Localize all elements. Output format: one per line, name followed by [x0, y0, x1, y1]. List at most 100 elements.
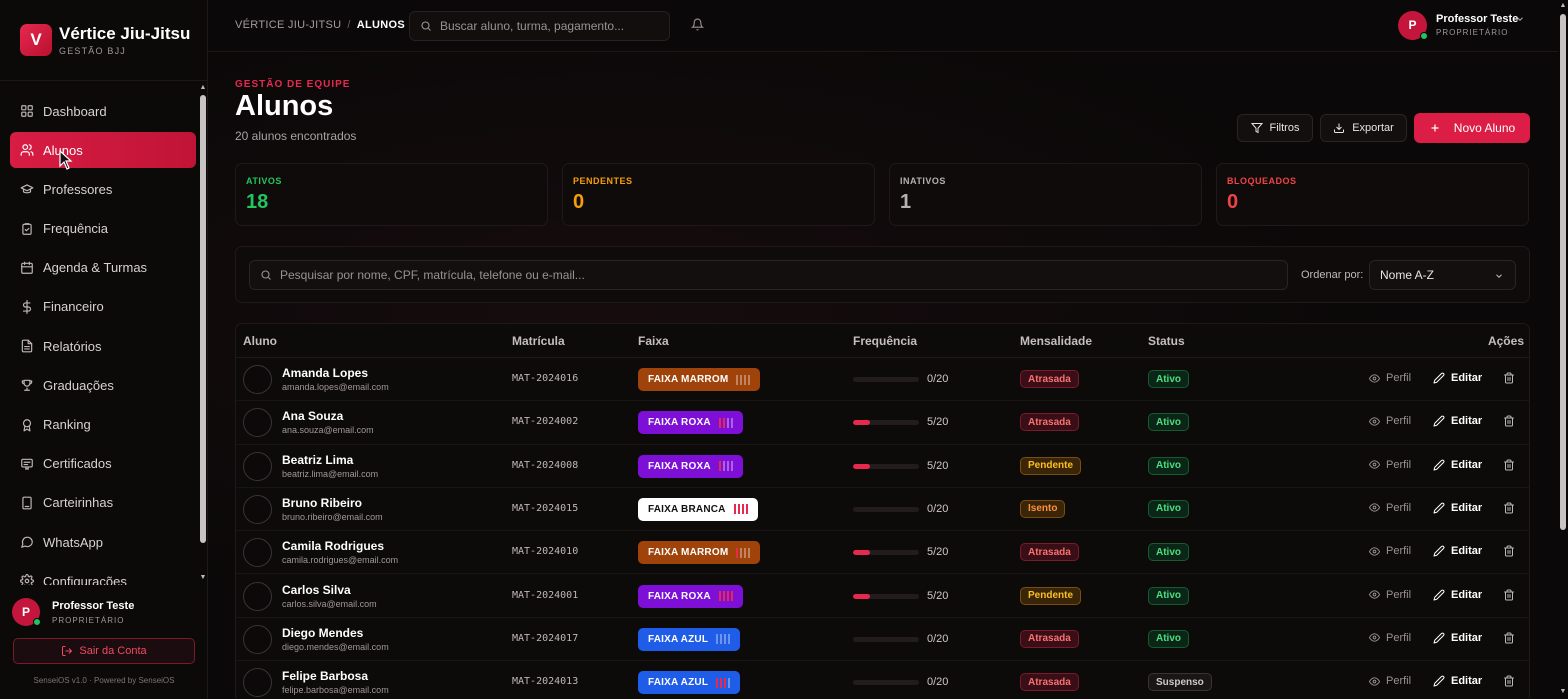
sidebar-item-dashboard[interactable]: Dashboard: [10, 93, 196, 129]
student-name[interactable]: Diego Mendes: [282, 626, 363, 640]
stat-value: 0: [1227, 191, 1239, 213]
student-matricula: MAT-2024015: [512, 502, 579, 514]
notifications-button[interactable]: [691, 18, 704, 31]
student-name[interactable]: Felipe Barbosa: [282, 669, 368, 683]
edit-button[interactable]: Editar: [1433, 675, 1482, 687]
edit-button[interactable]: Editar: [1433, 502, 1482, 514]
global-search[interactable]: [409, 11, 670, 41]
edit-button[interactable]: Editar: [1433, 372, 1482, 384]
sidebar-item-carteirinhas[interactable]: Carteirinhas: [10, 485, 196, 521]
stat-value: 0: [573, 191, 585, 213]
stat-card-inativos[interactable]: INATIVOS 1: [889, 163, 1202, 226]
table-row[interactable]: Bruno Ribeiro bruno.ribeiro@email.com MAT-…: [236, 488, 1529, 532]
profile-button[interactable]: Perfil: [1369, 632, 1411, 644]
page-scrollbar-thumb[interactable]: [1560, 14, 1566, 530]
table-row[interactable]: Beatriz Lima beatriz.lima@email.com MAT-20…: [236, 445, 1529, 488]
student-name[interactable]: Ana Souza: [282, 409, 343, 423]
profile-button[interactable]: Perfil: [1369, 675, 1411, 687]
column-header[interactable]: Status: [1148, 334, 1185, 348]
belt-stripe: [736, 374, 739, 385]
delete-button[interactable]: [1503, 502, 1515, 514]
delete-button[interactable]: [1503, 545, 1515, 557]
sidebar-item-agenda-turmas[interactable]: Agenda & Turmas: [10, 250, 196, 286]
belt-stripes: [736, 547, 751, 558]
belt-stripe: [745, 504, 748, 515]
sidebar-item-ranking[interactable]: Ranking: [10, 407, 196, 443]
table-row[interactable]: Amanda Lopes amanda.lopes@email.com MAT-20…: [236, 358, 1529, 402]
sidebar-scroll-down[interactable]: ▼: [198, 574, 208, 582]
column-header[interactable]: Mensalidade: [1020, 334, 1092, 348]
profile-button[interactable]: Perfil: [1369, 502, 1411, 514]
page-scrollbar[interactable]: ▲ ▼: [1558, 0, 1568, 699]
page-scroll-up[interactable]: ▲: [1558, 2, 1568, 9]
table-row[interactable]: Diego Mendes diego.mendes@email.com MAT-20…: [236, 618, 1529, 662]
delete-button[interactable]: [1503, 589, 1515, 601]
user-menu[interactable]: P Professor Teste PROPRIETÁRIO: [1398, 11, 1548, 43]
frequency-bar: [853, 550, 919, 556]
column-header[interactable]: Ações: [1488, 334, 1524, 348]
sidebar-item-whatsapp[interactable]: WhatsApp: [10, 524, 196, 560]
frequency-fill: [853, 593, 870, 599]
belt-stripes: [736, 374, 751, 385]
edit-button[interactable]: Editar: [1433, 459, 1482, 471]
belt-stripe: [740, 374, 743, 385]
profile-button[interactable]: Perfil: [1369, 415, 1411, 427]
sidebar-item-relatorios[interactable]: Relatórios: [10, 328, 196, 364]
sidebar-scroll-up[interactable]: ▲: [198, 84, 208, 92]
stat-label: PENDENTES: [573, 176, 633, 186]
profile-button[interactable]: Perfil: [1369, 545, 1411, 557]
student-search[interactable]: [249, 260, 1288, 290]
profile-button[interactable]: Perfil: [1369, 459, 1411, 471]
page-scroll-down[interactable]: ▼: [1558, 688, 1568, 695]
edit-button[interactable]: Editar: [1433, 632, 1482, 644]
student-name[interactable]: Camila Rodrigues: [282, 539, 384, 553]
sidebar-item-certificados[interactable]: Certificados: [10, 446, 196, 482]
student-name[interactable]: Beatriz Lima: [282, 453, 353, 467]
stat-card-pendentes[interactable]: PENDENTES 0: [562, 163, 875, 226]
stat-card-bloqueados[interactable]: BLOQUEADOS 0: [1216, 163, 1529, 226]
users-icon: [20, 144, 34, 157]
student-search-input[interactable]: [280, 268, 1280, 282]
table-row[interactable]: Felipe Barbosa felipe.barbosa@email.com MA…: [236, 661, 1529, 699]
edit-button[interactable]: Editar: [1433, 589, 1482, 601]
delete-button[interactable]: [1503, 415, 1515, 427]
edit-button[interactable]: Editar: [1433, 415, 1482, 427]
delete-button[interactable]: [1503, 675, 1515, 687]
brand[interactable]: V Vértice Jiu-Jitsu GESTÃO BJJ: [20, 20, 206, 60]
sidebar-item-alunos[interactable]: Alunos: [10, 132, 196, 169]
edit-button[interactable]: Editar: [1433, 545, 1482, 557]
table-row[interactable]: Ana Souza ana.souza@email.com MAT-2024002 F…: [236, 401, 1529, 445]
delete-button[interactable]: [1503, 372, 1515, 384]
frequency-bar: [853, 506, 919, 512]
column-header[interactable]: Faixa: [638, 334, 669, 348]
sidebar-scrollbar[interactable]: [200, 95, 206, 543]
filters-label: Filtros: [1269, 122, 1300, 134]
logout-button[interactable]: Sair da Conta: [13, 638, 195, 664]
table-row[interactable]: Camila Rodrigues camila.rodrigues@email.c…: [236, 531, 1529, 575]
sidebar-item-graduacoes[interactable]: Graduações: [10, 367, 196, 403]
table-row[interactable]: Carlos Silva carlos.silva@email.com MAT-20…: [236, 575, 1529, 618]
column-header[interactable]: Frequência: [853, 334, 917, 348]
profile-button[interactable]: Perfil: [1369, 589, 1411, 601]
sidebar-item-professores[interactable]: Professores: [10, 171, 196, 207]
global-search-input[interactable]: [440, 19, 660, 33]
column-header[interactable]: Matrícula: [512, 334, 565, 348]
delete-button[interactable]: [1503, 632, 1515, 644]
delete-button[interactable]: [1503, 459, 1515, 471]
sidebar-item-financeiro[interactable]: Financeiro: [10, 289, 196, 325]
chat-icon: [21, 536, 33, 548]
sidebar-item-frequencia[interactable]: Frequência: [10, 211, 196, 247]
breadcrumb-root[interactable]: VÉRTICE JIU-JITSU: [235, 19, 341, 31]
export-button[interactable]: Exportar: [1320, 114, 1407, 142]
column-header[interactable]: Aluno: [243, 334, 277, 348]
sidebar-user[interactable]: P Professor Teste PROPRIETÁRIO: [12, 598, 198, 628]
student-name[interactable]: Bruno Ribeiro: [282, 496, 362, 510]
sidebar-item-configuracoes[interactable]: Configurações: [10, 563, 196, 585]
student-name[interactable]: Carlos Silva: [282, 583, 351, 597]
sort-select[interactable]: Nome A-Z: [1369, 260, 1516, 290]
student-name[interactable]: Amanda Lopes: [282, 366, 368, 380]
new-student-button[interactable]: Novo Aluno: [1414, 113, 1530, 143]
profile-button[interactable]: Perfil: [1369, 372, 1411, 384]
filters-button[interactable]: Filtros: [1237, 114, 1313, 142]
stat-card-ativos[interactable]: ATIVOS 18: [235, 163, 548, 226]
